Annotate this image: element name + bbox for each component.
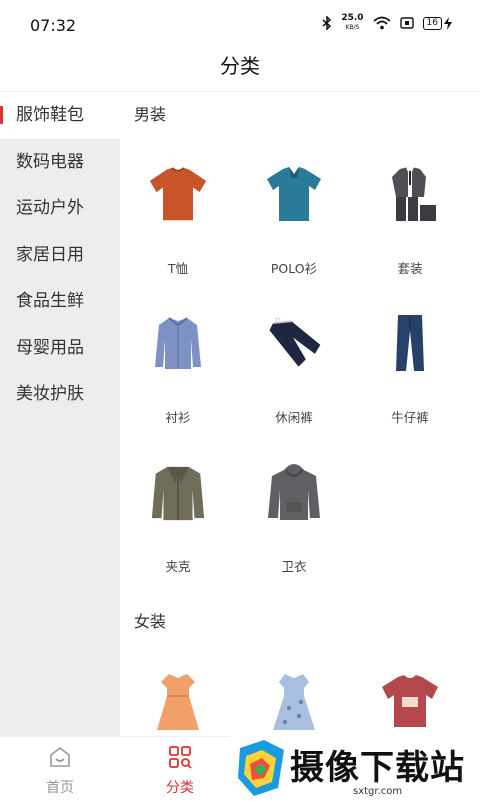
watermark-url: sxtgr.com	[353, 786, 403, 797]
wifi-icon	[372, 16, 391, 30]
men-category-grid: T恤 POLO衫 套装 衬衫 休闲裤 牛仔裤 夹克 卫衣	[120, 138, 480, 585]
orange-dress-icon	[148, 671, 208, 731]
battery-indicator: 16	[422, 16, 452, 30]
sidebar-item-home[interactable]: 家居日用	[0, 232, 120, 279]
charging-icon	[444, 16, 452, 30]
watermark: 摄像下载站 sxtgr.com	[230, 736, 480, 800]
active-indicator	[0, 106, 3, 124]
category-icon	[169, 746, 192, 769]
red-tshirt-icon	[380, 671, 440, 731]
sidebar-item-digital[interactable]: 数码电器	[0, 139, 120, 186]
casual-pants-icon	[264, 313, 324, 373]
page-header: 分类	[0, 48, 480, 90]
sidebar-item-apparel[interactable]: 服饰鞋包	[0, 92, 120, 139]
category-sidebar: 服饰鞋包 数码电器 运动户外 家居日用 食品生鲜 母婴用品 美妆护肤	[0, 92, 120, 736]
status-bar: 07:32 25.0 KB/S 16	[0, 0, 480, 48]
nav-home[interactable]: 首页	[0, 737, 120, 801]
category-tile-casual-pants[interactable]: 休闲裤	[236, 287, 352, 436]
sim-icon	[399, 17, 414, 29]
category-tile-suit[interactable]: 套装	[352, 138, 468, 287]
page-title: 分类	[220, 54, 260, 78]
bluetooth-icon	[322, 16, 332, 30]
shirt-icon	[148, 313, 208, 373]
sidebar-item-sports[interactable]: 运动户外	[0, 185, 120, 232]
category-tile-polo[interactable]: POLO衫	[236, 138, 352, 287]
watermark-logo-icon	[238, 740, 284, 796]
category-tile-jacket[interactable]: 夹克	[120, 436, 236, 585]
category-tile-floral-dress[interactable]	[236, 645, 352, 736]
category-tile-jeans[interactable]: 牛仔裤	[352, 287, 468, 436]
section-title-men: 男装	[134, 105, 167, 124]
polo-shirt-icon	[264, 164, 324, 224]
floral-dress-icon	[264, 671, 324, 731]
category-content: 男装 T恤 POLO衫 套装 衬衫 休闲裤 牛仔裤 夹克 卫衣 女装	[120, 92, 480, 736]
category-tile-shirt[interactable]: 衬衫	[120, 287, 236, 436]
hoodie-icon	[264, 462, 324, 522]
category-tile-orange-dress[interactable]	[120, 645, 236, 736]
battery-level: 16	[422, 16, 442, 30]
sidebar-item-food[interactable]: 食品生鲜	[0, 278, 120, 325]
tshirt-icon	[148, 164, 208, 224]
status-time: 07:32	[30, 16, 77, 35]
watermark-text: 摄像下载站	[290, 748, 465, 788]
jacket-icon	[148, 462, 208, 522]
sidebar-item-beauty[interactable]: 美妆护肤	[0, 371, 120, 418]
suit-icon	[380, 164, 440, 224]
jeans-icon	[380, 313, 440, 373]
category-tile-red-tshirt[interactable]	[352, 645, 468, 736]
women-category-grid	[120, 645, 480, 736]
nav-category[interactable]: 分类	[120, 737, 240, 801]
section-title-women: 女装	[134, 612, 167, 631]
category-tile-tshirt[interactable]: T恤	[120, 138, 236, 287]
home-icon	[50, 747, 70, 767]
category-tile-hoodie[interactable]: 卫衣	[236, 436, 352, 585]
sidebar-item-baby[interactable]: 母婴用品	[0, 325, 120, 372]
network-speed: 25.0 KB/S	[341, 13, 364, 32]
